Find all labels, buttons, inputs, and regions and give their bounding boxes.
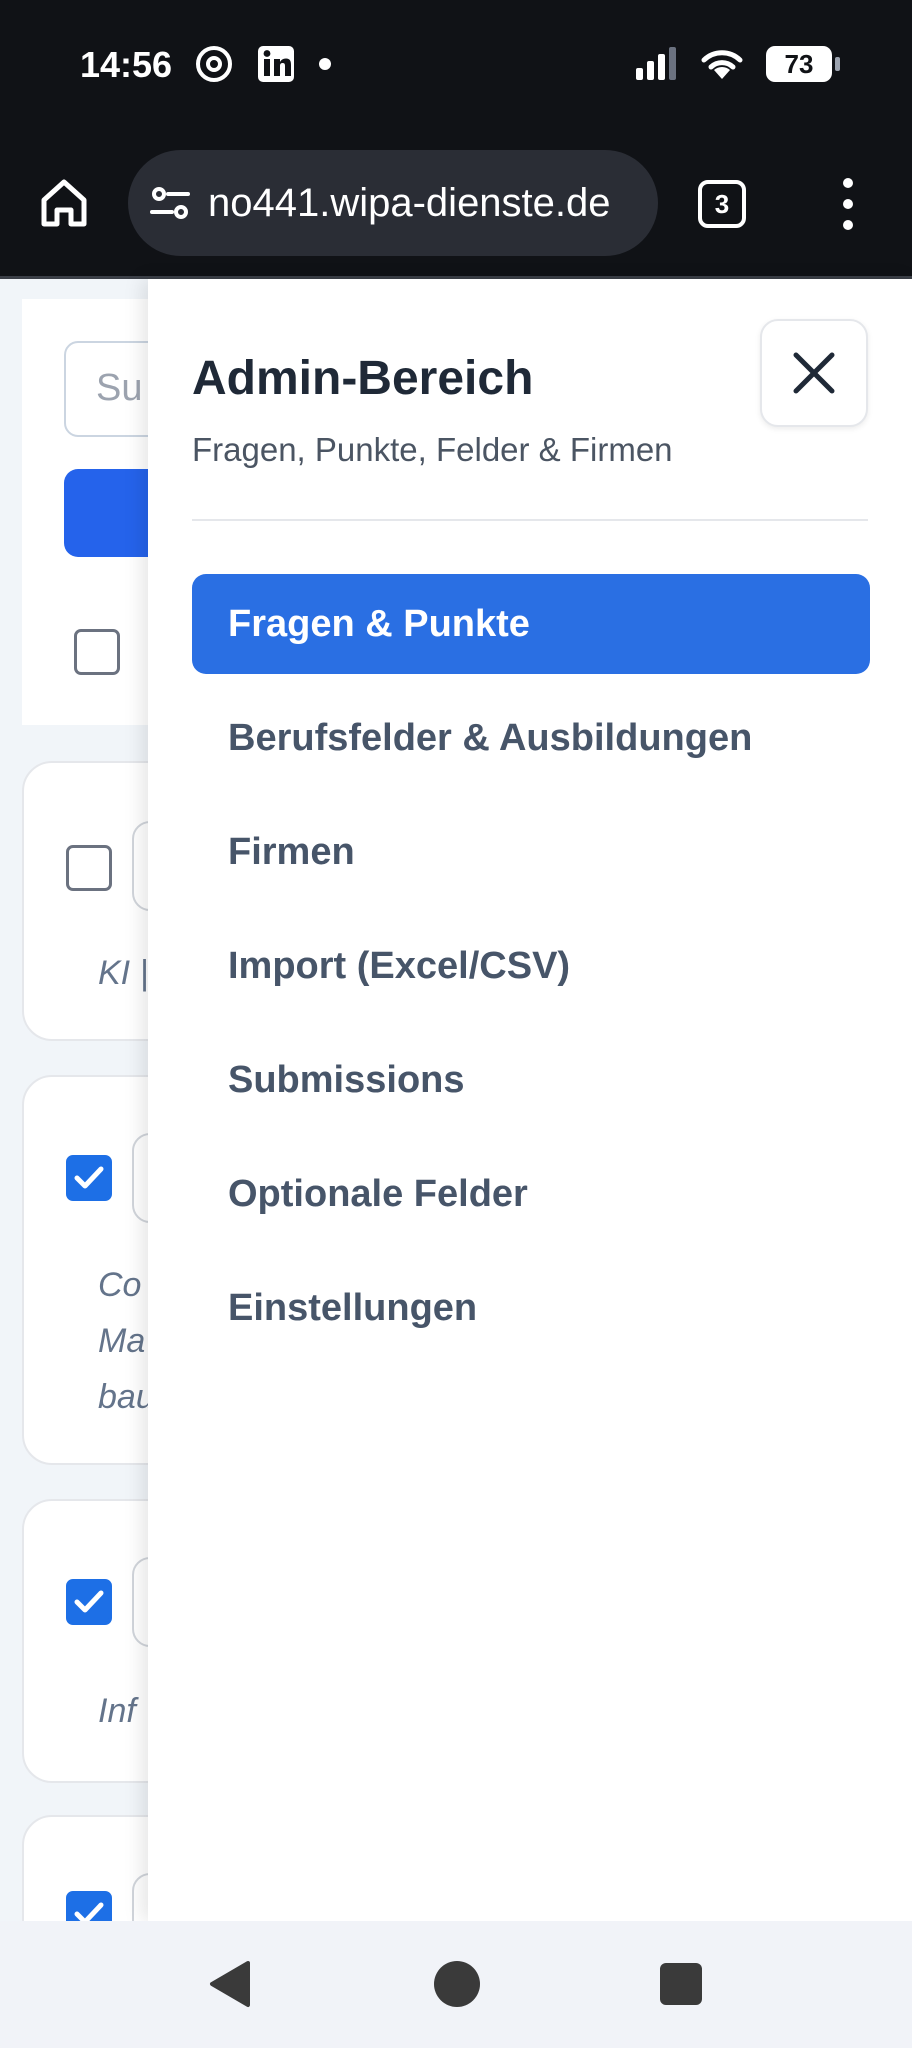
system-icons: 73: [634, 46, 840, 82]
signal-icon: [636, 47, 676, 80]
address-bar[interactable]: no441.wipa-dienste.de: [128, 150, 658, 256]
item-description: Ma: [98, 1322, 146, 1360]
item-description: Co: [98, 1266, 142, 1304]
more-menu-button[interactable]: [830, 178, 866, 230]
nav-item-optionale-felder[interactable]: Optionale Felder: [192, 1144, 870, 1244]
admin-drawer: Admin-Bereich Fragen, Punkte, Felder & F…: [148, 279, 912, 1921]
close-button[interactable]: [760, 319, 868, 427]
recent-apps-icon[interactable]: [660, 1963, 702, 2005]
drawer-title: Admin-Bereich: [192, 352, 534, 405]
notification-icons: [194, 44, 332, 84]
item-description: KI |: [98, 954, 149, 992]
nav-item-import[interactable]: Import (Excel/CSV): [192, 916, 870, 1016]
select-all-checkbox[interactable]: [74, 629, 120, 675]
back-icon[interactable]: [206, 1959, 252, 2009]
home-nav-icon[interactable]: [434, 1961, 480, 2007]
battery-icon: 73: [766, 46, 840, 82]
drawer-subtitle: Fragen, Punkte, Felder & Firmen: [192, 431, 673, 468]
check-icon: [74, 1590, 104, 1613]
close-icon: [793, 352, 835, 394]
admin-nav: Fragen & Punkte Berufsfelder & Ausbildun…: [192, 574, 870, 1372]
home-icon: [41, 179, 87, 227]
item-checkbox[interactable]: [66, 1891, 112, 1921]
tab-switcher-button[interactable]: 3: [698, 180, 746, 228]
status-time: 14:56: [80, 44, 173, 85]
item-checkbox[interactable]: [66, 845, 112, 891]
nav-item-fragen-punkte[interactable]: Fragen & Punkte: [192, 574, 870, 674]
threads-icon: [196, 46, 232, 82]
drawer-divider: [192, 519, 868, 521]
item-description: Inf: [98, 1692, 136, 1730]
item-checkbox[interactable]: [66, 1579, 112, 1625]
system-navigation-bar: [0, 1921, 912, 2048]
wifi-icon: [701, 50, 743, 79]
site-settings-icon[interactable]: [146, 179, 194, 227]
nav-item-submissions[interactable]: Submissions: [192, 1030, 870, 1130]
item-description: bau: [98, 1378, 155, 1416]
status-bar: 14:56 73: [0, 0, 912, 130]
menu-dot: [843, 199, 853, 209]
browser-toolbar: no441.wipa-dienste.de 3: [0, 130, 912, 276]
check-icon: [74, 1166, 104, 1189]
linkedin-icon: [258, 46, 294, 82]
url-text: no441.wipa-dienste.de: [208, 180, 611, 225]
check-icon: [74, 1902, 104, 1921]
menu-dot: [843, 178, 853, 188]
home-button[interactable]: [36, 174, 92, 230]
nav-item-firmen[interactable]: Firmen: [192, 802, 870, 902]
dot-icon: [319, 58, 331, 70]
menu-dot: [843, 220, 853, 230]
nav-item-berufsfelder[interactable]: Berufsfelder & Ausbildungen: [192, 688, 870, 788]
item-checkbox[interactable]: [66, 1155, 112, 1201]
nav-item-einstellungen[interactable]: Einstellungen: [192, 1258, 870, 1358]
